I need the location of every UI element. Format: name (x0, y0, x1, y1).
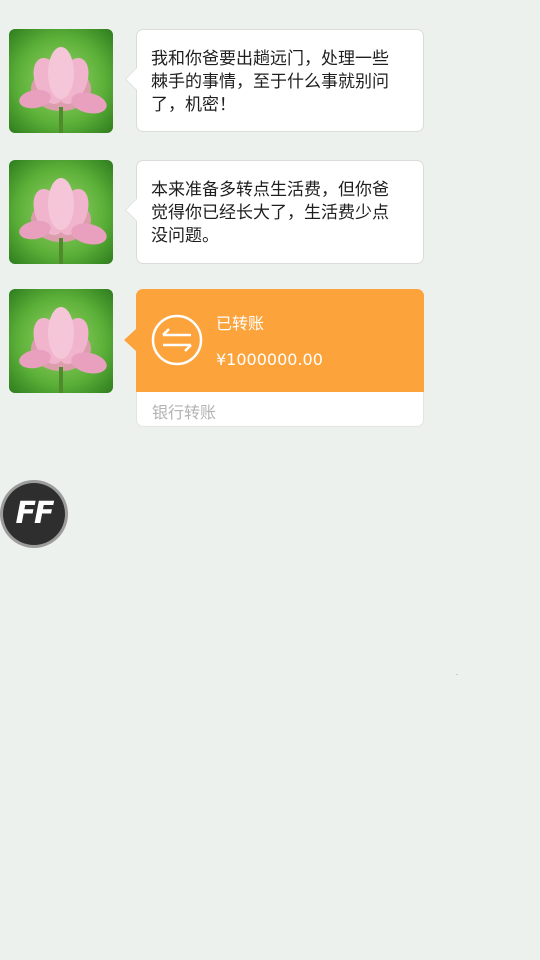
transfer-status: 已转账 (216, 314, 265, 333)
bubble-tail (126, 199, 137, 221)
message-bubble[interactable]: 我和你爸要出趟远门，处理一些 棘手的事情，至于什么事就别问 了，机密！ (125, 29, 424, 132)
transfer-amount: ¥1000000.00 (216, 350, 323, 369)
message-text: 本来准备多转点生活费，但你爸 觉得你已经长大了，生活费少点 没问题。 (151, 180, 389, 246)
bubble-tail (126, 68, 137, 90)
message-bubble[interactable]: 本来准备多转点生活费，但你爸 觉得你已经长大了，生活费少点 没问题。 (125, 160, 424, 264)
lotus-flower-icon (9, 160, 113, 264)
avatar[interactable] (9, 29, 113, 133)
avatar[interactable] (9, 160, 113, 264)
bubble-tail (124, 329, 136, 351)
lotus-flower-icon (9, 289, 113, 393)
ff-button-label: FF (3, 483, 65, 545)
divider-speck (456, 674, 458, 675)
lotus-flower-icon (9, 29, 113, 133)
message-text: 我和你爸要出趟远门，处理一些 棘手的事情，至于什么事就别问 了，机密！ (151, 49, 389, 115)
transfer-card-footer: 银行转账 (136, 392, 424, 427)
floating-action-button[interactable]: FF (0, 480, 68, 548)
avatar[interactable] (9, 289, 113, 393)
transfer-card-header: 已转账 ¥1000000.00 (124, 289, 424, 392)
transfer-type-label: 银行转账 (152, 403, 217, 422)
transfer-arrows-icon (151, 314, 203, 366)
transfer-card[interactable]: 已转账 ¥1000000.00 银行转账 (124, 289, 424, 427)
